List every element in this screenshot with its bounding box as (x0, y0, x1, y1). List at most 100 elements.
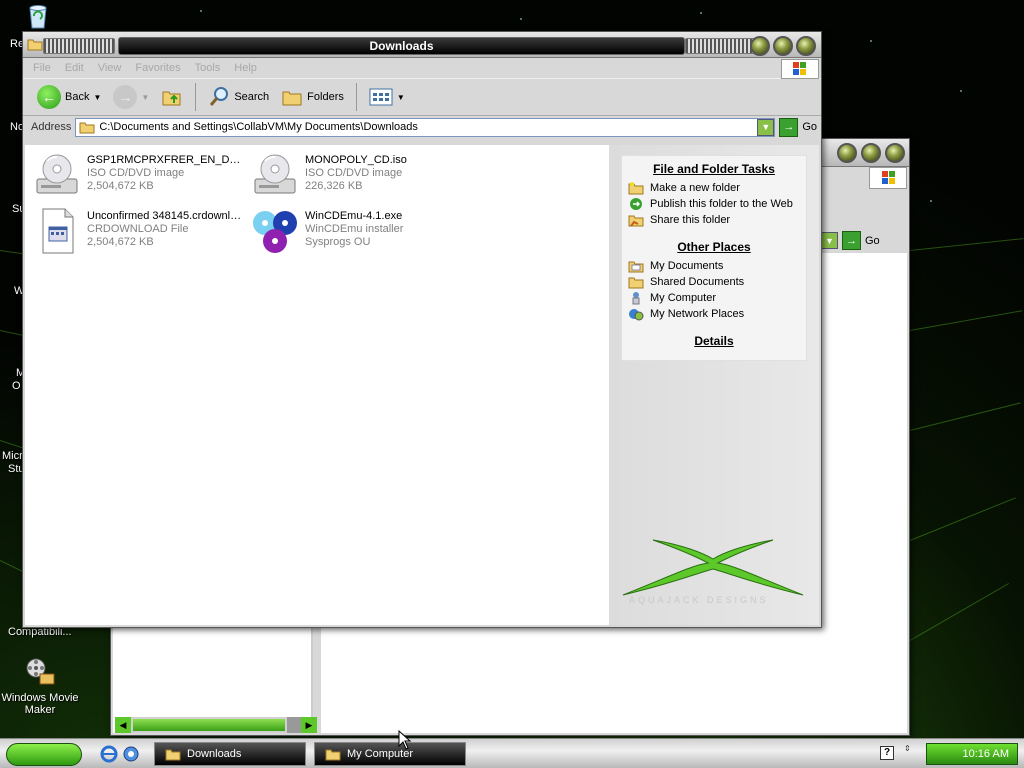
go-button[interactable]: → Go (779, 117, 817, 137)
other-places-heading[interactable]: Other Places (626, 240, 802, 254)
file-publisher: Sysprogs OU (305, 236, 371, 248)
place-my-documents[interactable]: My Documents (626, 258, 802, 274)
search-label: Search (234, 91, 270, 103)
folder-icon (325, 749, 341, 760)
star (960, 90, 962, 92)
window-title: Downloads (118, 37, 685, 55)
close-button[interactable] (796, 36, 816, 56)
close-button[interactable] (885, 143, 905, 163)
address-bar: Address C:\Documents and Settings\Collab… (23, 116, 821, 138)
place-my-network-places[interactable]: My Network Places (626, 306, 802, 322)
generic-file-icon (33, 207, 81, 255)
title-grille (43, 38, 115, 54)
menu-favorites[interactable]: Favorites (135, 62, 180, 74)
task-label: Publish this folder to the Web (650, 198, 793, 210)
menu-file[interactable]: File (33, 62, 51, 74)
menu-bar: File Edit View Favorites Tools Help (23, 58, 821, 79)
grid-line (909, 583, 1009, 641)
file-item[interactable]: WinCDEmu-4.1.exe WinCDEmu installer Sysp… (251, 207, 466, 255)
taskbar-button-downloads[interactable]: Downloads (154, 742, 306, 766)
title-bar[interactable]: Downloads (23, 32, 821, 58)
task-make-folder[interactable]: Make a new folder (626, 180, 802, 196)
recycle-bin-icon[interactable] (24, 2, 52, 30)
task-publish-web[interactable]: Publish this folder to the Web (626, 196, 802, 212)
folder-icon (27, 38, 43, 51)
downloads-window[interactable]: Downloads File Edit View Favorites Tools… (22, 31, 822, 628)
task-share-folder[interactable]: Share this folder (626, 212, 802, 228)
taskbar-button-my-computer[interactable]: My Computer (314, 742, 466, 766)
folders-icon (282, 91, 302, 106)
forward-dropdown-icon[interactable]: ▼ (141, 93, 149, 102)
watermark-text: AQUAJACK DESIGNS (629, 595, 769, 605)
file-name: Unconfirmed 348145.crdownload (87, 210, 247, 222)
place-shared-documents[interactable]: Shared Documents (626, 274, 802, 290)
star (870, 40, 872, 42)
scroll-grip[interactable] (287, 717, 301, 733)
file-folder-tasks-heading[interactable]: File and Folder Tasks (626, 162, 802, 176)
menu-tools[interactable]: Tools (195, 62, 221, 74)
place-label: My Network Places (650, 308, 745, 320)
views-button[interactable]: ▼ (365, 86, 409, 108)
email-icon[interactable] (122, 745, 140, 763)
help-icon[interactable]: ? (880, 746, 894, 760)
horizontal-scrollbar[interactable]: ◀ ▶ (115, 717, 317, 733)
maximize-button[interactable] (861, 143, 881, 163)
file-name: MONOPOLY_CD.iso (305, 154, 407, 166)
network-places-icon (629, 309, 644, 321)
start-button[interactable] (6, 743, 82, 766)
place-my-computer[interactable]: My Computer (626, 290, 802, 306)
minimize-button[interactable] (837, 143, 857, 163)
file-item[interactable]: MONOPOLY_CD.iso ISO CD/DVD image 226,326… (251, 151, 466, 199)
toolbar: ← Back ▼ → ▼ Search Folders ▼ (23, 78, 821, 116)
folder-icon (165, 749, 181, 760)
back-button[interactable]: ← Back ▼ (33, 83, 105, 111)
details-heading[interactable]: Details (626, 334, 802, 348)
toolbar-separator (355, 83, 357, 111)
address-dropdown-button[interactable]: ▼ (821, 232, 838, 249)
address-dropdown-button[interactable]: ▼ (757, 118, 775, 136)
scroll-right-icon[interactable]: ▶ (301, 717, 317, 733)
my-computer-icon (632, 292, 640, 305)
star (520, 18, 522, 20)
windows-logo-icon (869, 167, 907, 189)
internet-explorer-icon[interactable] (100, 745, 118, 763)
desktop-icon-movie-maker[interactable]: Windows Movie Maker (0, 656, 80, 716)
search-button[interactable]: Search (204, 84, 273, 110)
menu-help[interactable]: Help (234, 62, 257, 74)
menu-edit[interactable]: Edit (65, 62, 84, 74)
content-area: GSP1RMCPRXFRER_EN_DVD.I... ISO CD/DVD im… (25, 145, 819, 625)
tray-arrows-icon[interactable]: ⇕ (904, 744, 914, 762)
folder-icon (79, 122, 95, 133)
address-go-area: ▼ → Go (821, 231, 880, 250)
address-value[interactable]: C:\Documents and Settings\CollabVM\My Do… (99, 121, 418, 133)
file-item[interactable]: GSP1RMCPRXFRER_EN_DVD.I... ISO CD/DVD im… (33, 151, 248, 199)
system-clock[interactable]: 10:16 AM (926, 743, 1018, 765)
globe-icon (630, 198, 642, 210)
menu-view[interactable]: View (98, 62, 122, 74)
back-label: Back (65, 91, 90, 103)
disc-drive-icon (33, 151, 81, 199)
go-arrow-icon[interactable]: → (842, 231, 861, 250)
task-label: Make a new folder (650, 182, 740, 194)
taskbar: Downloads My Computer ? ⇕ 10:16 AM (0, 738, 1024, 768)
place-label: My Documents (650, 260, 724, 272)
task-box: File and Folder Tasks Make a new folder … (621, 155, 807, 361)
go-button-label[interactable]: Go (865, 235, 880, 247)
address-field[interactable]: C:\Documents and Settings\CollabVM\My Do… (75, 117, 776, 137)
minimize-button[interactable] (750, 36, 770, 56)
scroll-left-icon[interactable]: ◀ (115, 717, 131, 733)
address-label: Address (31, 121, 72, 133)
back-dropdown-icon[interactable]: ▼ (93, 93, 101, 102)
maximize-button[interactable] (773, 36, 793, 56)
file-size: 226,326 KB (305, 180, 363, 192)
views-dropdown-icon: ▼ (396, 92, 405, 102)
go-label: Go (802, 121, 817, 133)
star (200, 10, 202, 12)
up-folder-button[interactable] (157, 84, 187, 110)
file-item[interactable]: Unconfirmed 348145.crdownload CRDOWNLOAD… (33, 207, 248, 255)
forward-button[interactable]: → ▼ (109, 83, 153, 111)
scroll-thumb[interactable] (133, 719, 285, 731)
folders-button[interactable]: Folders (277, 85, 348, 109)
mouse-cursor-icon (398, 729, 412, 750)
disc-drive-icon (251, 151, 299, 199)
